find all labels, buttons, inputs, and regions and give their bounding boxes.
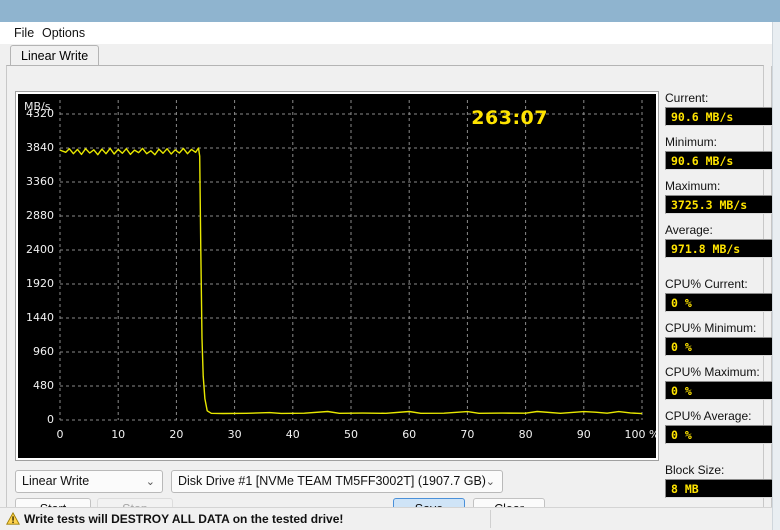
x-axis-tick-label: 10 <box>111 428 126 441</box>
x-axis-tick-label: 20 <box>169 428 184 441</box>
warning-icon <box>6 512 20 525</box>
x-axis-tick-label: 90 <box>576 428 591 441</box>
status-divider <box>490 510 491 528</box>
speed-graph: MB/s 263:07 4320 3840 3360 2880 2400 1920 1440… <box>18 94 656 458</box>
chevron-down-icon: ⌄ <box>485 476 495 488</box>
x-axis-tick-label: 70 <box>460 428 475 441</box>
x-axis-tick-label: 50 <box>344 428 358 441</box>
stat-value: 0 % <box>665 293 773 312</box>
y-axis-tick-label: 2880 <box>26 209 54 222</box>
graph-frame: MB/s 263:07 4320 3840 3360 2880 2400 1920 1440… <box>15 91 659 461</box>
chevron-down-icon: ⌄ <box>145 476 155 488</box>
stat-value: 971.8 MB/s <box>665 239 773 258</box>
stat-value: 0 % <box>665 381 773 400</box>
y-axis-tick-label: 1440 <box>26 311 54 324</box>
x-axis-tick-label: 80 <box>518 428 533 441</box>
grid-lines <box>59 100 643 421</box>
window-right-edge <box>772 22 780 530</box>
y-axis-tick-label: 3840 <box>26 141 54 154</box>
stat-label: Maximum: <box>665 179 721 193</box>
stat-gap <box>665 258 773 268</box>
x-axis-tick-label: 30 <box>227 428 242 441</box>
stat-label: CPU% Average: <box>665 409 752 423</box>
app-window: File Options Linear Write MB/s 263:07 43… <box>0 22 773 530</box>
drive-select[interactable]: Disk Drive #1 [NVMe TEAM TM5FF3002T] (19… <box>171 470 503 493</box>
y-axis-tick-label: 4320 <box>26 107 54 120</box>
x-axis-tick-label: 100 % <box>624 428 656 441</box>
statistics-panel: Current: 90.6 MB/s Minimum: 90.6 MB/s Maximu… <box>665 91 773 498</box>
tab-strip: Linear Write <box>0 44 772 66</box>
test-mode-value: Linear Write <box>22 474 90 488</box>
y-axis-tick-label: 3360 <box>26 175 54 188</box>
stat-value: 0 % <box>665 425 773 444</box>
drive-select-value: Disk Drive #1 [NVMe TEAM TM5FF3002T] (19… <box>178 474 486 488</box>
stat-value: 90.6 MB/s <box>665 107 773 126</box>
stat-label: Minimum: <box>665 135 718 149</box>
tab-linear-write[interactable]: Linear Write <box>10 45 100 66</box>
stat-value: 90.6 MB/s <box>665 151 773 170</box>
menu-item-options[interactable]: Options <box>36 25 91 42</box>
stat-label: CPU% Minimum: <box>665 321 757 335</box>
stat-label: Block Size: <box>665 463 725 477</box>
stat-label: Average: <box>665 223 713 237</box>
x-axis-tick-label: 40 <box>285 428 300 441</box>
stat-value: 8 MB <box>665 479 773 498</box>
graph-canvas <box>59 100 643 421</box>
y-axis-tick-label: 2400 <box>26 243 54 256</box>
stat-label: CPU% Current: <box>665 277 748 291</box>
stat-value: 0 % <box>665 337 773 356</box>
y-axis-tick-label: 960 <box>33 345 54 358</box>
desktop-background <box>0 0 780 22</box>
test-mode-select[interactable]: Linear Write ⌄ <box>15 470 163 493</box>
status-warning-text: Write tests will DESTROY ALL DATA on the… <box>24 512 344 526</box>
stat-label: Current: <box>665 91 709 105</box>
status-bar: Write tests will DESTROY ALL DATA on the… <box>0 507 772 530</box>
x-axis-tick-label: 60 <box>402 428 417 441</box>
screen: File Options Linear Write MB/s 263:07 43… <box>0 0 780 530</box>
stat-gap <box>665 444 773 454</box>
y-axis-tick-label: 0 <box>47 413 54 426</box>
y-axis-tick-label: 1920 <box>26 277 54 290</box>
x-axis-tick-label: 0 <box>56 428 64 441</box>
stat-label: CPU% Maximum: <box>665 365 760 379</box>
menu-bar: File Options <box>0 22 772 44</box>
tab-page: MB/s 263:07 4320 3840 3360 2880 2400 1920 1440… <box>6 65 773 525</box>
elapsed-timer: 263:07 <box>471 107 548 129</box>
stat-value: 3725.3 MB/s <box>665 195 773 214</box>
y-axis-tick-label: 480 <box>33 379 54 392</box>
